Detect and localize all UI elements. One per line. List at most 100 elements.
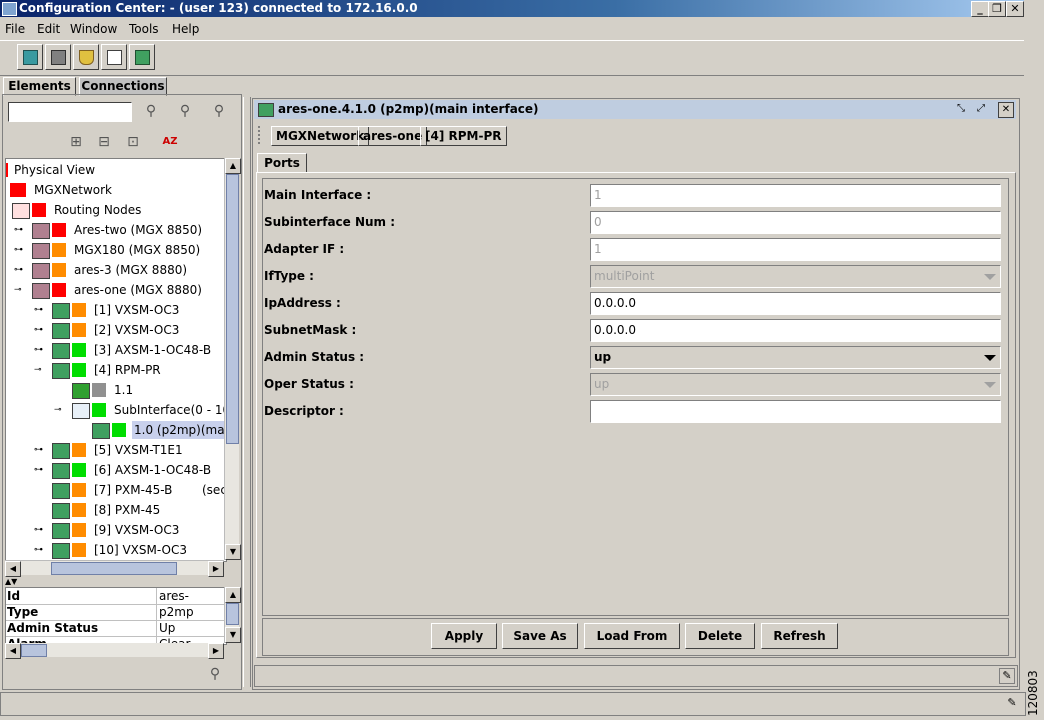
breadcrumb-mgxnetwork[interactable]: MGXNetwork <box>271 126 370 146</box>
expand-handle-icon[interactable]: ⊶ <box>34 346 44 355</box>
menu-edit[interactable]: Edit <box>37 22 60 36</box>
find-next-icon[interactable]: ⚲ <box>177 103 193 119</box>
tree-node-routing-nodes[interactable]: Routing Nodes <box>6 201 226 219</box>
scroll-thumb[interactable] <box>226 174 239 444</box>
tree-filter-icon[interactable]: ⊡ <box>125 134 141 150</box>
collapse-handle-icon[interactable]: ⊸ <box>34 366 44 375</box>
tree-node-slot-4[interactable]: ⊸ [4] RPM-PR <box>6 361 226 379</box>
tree-node-main-interface[interactable]: 1.0 (p2mp)(main <box>6 421 226 439</box>
tree-node-mgxnetwork[interactable]: MGXNetwork <box>6 181 226 199</box>
minimize-frame-icon[interactable]: ⤡ <box>954 102 968 116</box>
tree-node-slot-2[interactable]: ⊶ [2] VXSM-OC3 <box>6 321 226 339</box>
tree-node-port-1-1[interactable]: 1.1 <box>6 381 226 399</box>
descriptor-field[interactable] <box>590 400 1001 423</box>
minimize-button[interactable]: _ <box>971 1 989 17</box>
menu-window[interactable]: Window <box>70 22 117 36</box>
menu-help[interactable]: Help <box>172 22 199 36</box>
close-frame-icon[interactable]: ✕ <box>998 102 1014 118</box>
scroll-down-icon[interactable]: ▼ <box>225 544 241 560</box>
scroll-down-icon[interactable]: ▼ <box>225 627 241 643</box>
table-row[interactable]: Type p2mp <box>6 604 226 621</box>
tree-node-ares-3[interactable]: ⊶ ares-3 (MGX 8880) <box>6 261 226 279</box>
status-indicator <box>72 323 86 337</box>
load-from-button[interactable]: Load From <box>584 623 680 649</box>
toolbar-button-config[interactable] <box>101 44 127 70</box>
interface-window-title: ares-one.4.1.0 (p2mp)(main interface) <box>278 102 539 116</box>
restore-button[interactable]: ❐ <box>988 1 1006 17</box>
expand-tree-icon[interactable]: ⊞ <box>68 134 84 150</box>
splitter-arrows-icon[interactable]: ▲▼ <box>5 577 17 586</box>
tree-vertical-scrollbar[interactable]: ▲ ▼ <box>224 158 241 560</box>
tree-node-slot-3[interactable]: ⊶ [3] AXSM-1-OC48-B <box>6 341 226 359</box>
apply-button[interactable]: Apply <box>431 623 497 649</box>
pin-icon[interactable]: ✎ <box>1005 696 1019 710</box>
scroll-left-icon[interactable]: ◀ <box>5 561 21 577</box>
find-prev-icon[interactable]: ⚲ <box>211 103 227 119</box>
property-vertical-scrollbar[interactable]: ▲ ▼ <box>224 587 241 643</box>
tree-horizontal-scrollbar[interactable]: ◀ ▶ <box>5 560 224 577</box>
expand-handle-icon[interactable]: ⊶ <box>34 466 44 475</box>
toolbar-button-network[interactable] <box>45 44 71 70</box>
expand-handle-icon[interactable]: ⊶ <box>14 246 24 255</box>
expand-handle-icon[interactable]: ⊶ <box>14 266 24 275</box>
menu-file[interactable]: File <box>5 22 25 36</box>
save-as-button[interactable]: Save As <box>502 623 578 649</box>
scroll-up-icon[interactable]: ▲ <box>225 158 241 174</box>
scroll-left-icon[interactable]: ◀ <box>5 643 21 659</box>
breadcrumb-rpm-pr[interactable]: [4] RPM-PR <box>420 126 507 146</box>
expand-handle-icon[interactable]: ⊶ <box>34 306 44 315</box>
tree-node-ares-one[interactable]: ⊸ ares-one (MGX 8880) <box>6 281 226 299</box>
chevron-down-icon[interactable] <box>984 355 996 361</box>
admin-status-value: up <box>594 350 612 364</box>
tree-node-subinterface[interactable]: ⊸ SubInterface(0 - 100 <box>6 401 226 419</box>
table-row[interactable]: Admin Status Up <box>6 620 226 637</box>
expand-handle-icon[interactable]: ⊶ <box>34 446 44 455</box>
subnetmask-field[interactable]: 0.0.0.0 <box>590 319 1001 342</box>
network-search-icon[interactable]: ⚲ <box>207 666 223 682</box>
search-input[interactable] <box>8 102 132 122</box>
table-row[interactable]: Idares-one.4.1 <box>6 588 226 605</box>
tree-node-slot-7[interactable]: [7] PXM-45-B (sec <box>6 481 226 499</box>
toolbar-button-card[interactable] <box>129 44 155 70</box>
binoculars-icon[interactable]: ⚲ <box>143 103 159 119</box>
folder-icon <box>72 403 90 419</box>
sort-az-icon[interactable]: AZ <box>162 134 178 150</box>
toolbar-button-security[interactable] <box>73 44 99 70</box>
tree-node-mgx180[interactable]: ⊶ MGX180 (MGX 8850) <box>6 241 226 259</box>
tree-node-slot-6[interactable]: ⊶ [6] AXSM-1-OC48-B <box>6 461 226 479</box>
refresh-button[interactable]: Refresh <box>761 623 838 649</box>
tree-node-slot-10[interactable]: ⊶ [10] VXSM-OC3 <box>6 541 226 559</box>
scroll-thumb[interactable] <box>51 562 177 575</box>
ipaddress-field[interactable]: 0.0.0.0 <box>590 292 1001 315</box>
collapse-handle-icon[interactable]: ⊸ <box>54 406 64 415</box>
tab-ports[interactable]: Ports <box>257 153 307 173</box>
expand-handle-icon[interactable]: ⊶ <box>14 226 24 235</box>
tree-node-ares-two[interactable]: ⊶ Ares-two (MGX 8850) <box>6 221 226 239</box>
property-horizontal-scrollbar[interactable]: ◀ ▶ <box>5 643 224 659</box>
scroll-right-icon[interactable]: ▶ <box>208 561 224 577</box>
pin-icon[interactable]: ✎ <box>999 668 1015 684</box>
close-button[interactable]: ✕ <box>1006 1 1024 17</box>
scroll-thumb[interactable] <box>226 603 239 625</box>
menu-tools[interactable]: Tools <box>129 22 159 36</box>
expand-handle-icon[interactable]: ⊶ <box>34 326 44 335</box>
toolbar-button-chassis[interactable] <box>17 44 43 70</box>
delete-button[interactable]: Delete <box>685 623 755 649</box>
tree-node-slot-9[interactable]: ⊶ [9] VXSM-OC3 <box>6 521 226 539</box>
breadcrumb-ares-one[interactable]: ares-one <box>358 126 428 146</box>
tree-node-slot-8[interactable]: [8] PXM-45 <box>6 501 226 519</box>
maximize-frame-icon[interactable]: ⤢ <box>974 102 988 116</box>
tree-node-physical-view[interactable]: Physical View <box>6 161 226 179</box>
expand-handle-icon[interactable]: ⊶ <box>34 546 44 555</box>
admin-status-select[interactable]: up <box>590 346 1001 369</box>
scroll-right-icon[interactable]: ▶ <box>208 643 224 659</box>
card-icon <box>52 483 70 499</box>
collapse-tree-icon[interactable]: ⊟ <box>96 134 112 150</box>
tree-node-slot-5[interactable]: ⊶ [5] VXSM-T1E1 <box>6 441 226 459</box>
expand-handle-icon[interactable]: ⊶ <box>34 526 44 535</box>
scroll-thumb[interactable] <box>21 644 47 657</box>
split-divider[interactable] <box>243 97 251 687</box>
collapse-handle-icon[interactable]: ⊸ <box>14 286 24 295</box>
scroll-up-icon[interactable]: ▲ <box>225 587 241 603</box>
tree-node-slot-1[interactable]: ⊶ [1] VXSM-OC3 <box>6 301 226 319</box>
